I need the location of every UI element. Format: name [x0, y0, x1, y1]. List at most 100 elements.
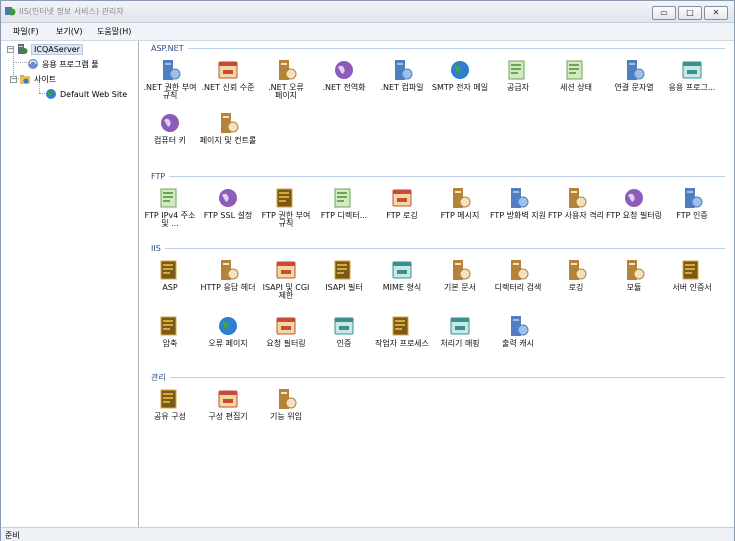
feature-label: FTP 사용자 격리 — [547, 211, 605, 220]
http-response-headers-icon — [221, 260, 239, 280]
feature-feature-delegation[interactable]: 기능 위임 — [257, 387, 315, 439]
feature-request-filtering[interactable]: 요청 필터링 — [257, 314, 315, 366]
feature-pages-controls[interactable]: 페이지 및 컨트롤 — [199, 111, 257, 163]
feature-smtp-email[interactable]: SMTP 전자 메일 — [431, 58, 489, 110]
feature-ftp-ssl[interactable]: FTP SSL 설정 — [199, 186, 257, 238]
feature-globalization[interactable]: .NET 전역화 — [315, 58, 373, 110]
tree-node-sites[interactable]: − 사이트 — [7, 73, 56, 85]
ftp-authorization-icon — [276, 188, 293, 208]
feature-label: 연결 문자열 — [614, 83, 654, 92]
authorization-rules-icon — [163, 60, 181, 80]
feature-session-state[interactable]: 세션 상태 — [547, 58, 605, 110]
menu-view[interactable]: 보기(V) — [56, 26, 82, 37]
feature-label: FTP SSL 설정 — [203, 211, 253, 220]
feature-providers[interactable]: 공급자 — [489, 58, 547, 110]
feature-label: .NET 권한 부여 규칙 — [143, 83, 197, 100]
feature-authorization-rules[interactable]: .NET 권한 부여 규칙 — [141, 58, 199, 110]
feature-compilation[interactable]: .NET 컴파일 — [373, 58, 431, 110]
feature-label: 디렉터리 검색 — [494, 283, 542, 292]
feature-ftp-messages[interactable]: FTP 메시지 — [431, 186, 489, 238]
feature-isapi-cgi-restrictions[interactable]: ISAPI 및 CGI 제한 — [257, 258, 315, 310]
feature-label: 서버 인증서 — [672, 283, 712, 292]
feature-ftp-logging[interactable]: FTP 로깅 — [373, 186, 431, 238]
feature-server-certificates[interactable]: 서버 인증서 — [663, 258, 721, 310]
feature-shared-configuration[interactable]: 공유 구성 — [141, 387, 199, 439]
feature-label: 오류 페이지 — [208, 339, 248, 348]
feature-delegation-icon — [279, 389, 297, 409]
feature-directory-browsing[interactable]: 디렉터리 검색 — [489, 258, 547, 310]
feature-label: .NET 전역화 — [322, 83, 366, 92]
feature-label: 기능 위임 — [270, 412, 302, 421]
close-icon: ✕ — [712, 8, 720, 17]
feature-label: ISAPI 필터 — [325, 283, 363, 292]
feature-modules[interactable]: 모듈 — [605, 258, 663, 310]
minimize-button[interactable]: ▭ — [652, 6, 676, 20]
tree-node-app-pools[interactable]: 응용 프로그램 풀 — [27, 58, 99, 70]
feature-ftp-ip-restrictions[interactable]: FTP IPv4 주소 및 ... — [141, 186, 199, 238]
feature-ftp-authorization[interactable]: FTP 권한 부여 규칙 — [257, 186, 315, 238]
feature-iis-error-pages[interactable]: 오류 페이지 — [199, 314, 257, 366]
feature-ftp-request-filtering[interactable]: FTP 요청 필터링 — [605, 186, 663, 238]
server-certificates-icon — [682, 260, 699, 280]
machine-key-icon — [161, 114, 179, 132]
feature-label: 응용 프로그... — [668, 83, 716, 92]
tree-node-default-web-site[interactable]: Default Web Site — [45, 88, 127, 100]
feature-asp[interactable]: ASP — [141, 258, 199, 310]
menu-file[interactable]: 파일(F) — [13, 26, 39, 37]
default-document-icon — [453, 260, 471, 280]
feature-compression[interactable]: 압축 — [141, 314, 199, 366]
server-icon — [18, 44, 28, 54]
ftp-firewall-icon — [511, 188, 529, 208]
feature-trust-levels[interactable]: .NET 신뢰 수준 — [199, 58, 257, 110]
feature-label: 처리기 매핑 — [440, 339, 480, 348]
feature-label: FTP 요청 필터링 — [605, 211, 663, 220]
feature-label: HTTP 응답 헤더 — [200, 283, 256, 292]
menu-help[interactable]: 도움말(H) — [97, 26, 131, 37]
close-button[interactable]: ✕ — [704, 6, 728, 20]
feature-error-pages[interactable]: .NET 오류 페이지 — [257, 58, 315, 110]
globe-icon — [46, 89, 56, 99]
feature-ftp-directory-browsing[interactable]: FTP 디렉터... — [315, 186, 373, 238]
feature-label: 인증 — [336, 339, 352, 348]
feature-application-settings[interactable]: 응용 프로그... — [663, 58, 721, 110]
authentication-icon — [334, 317, 354, 335]
feature-handler-mappings[interactable]: 처리기 매핑 — [431, 314, 489, 366]
ftp-messages-icon — [453, 188, 471, 208]
feature-label: 출력 캐시 — [502, 339, 534, 348]
status-text: 준비 — [5, 531, 20, 540]
collapse-toggle[interactable]: − — [7, 45, 14, 53]
feature-default-document[interactable]: 기본 문서 — [431, 258, 489, 310]
feature-machine-key[interactable]: 컴퓨터 키 — [141, 111, 199, 163]
feature-worker-processes[interactable]: 작업자 프로세스 — [373, 314, 431, 366]
feature-label: FTP 권한 부여 규칙 — [261, 211, 311, 228]
feature-configuration-editor[interactable]: 구성 편집기 — [199, 387, 257, 439]
feature-label: 요청 필터링 — [266, 339, 306, 348]
tree-label-server: ICQAServer — [31, 43, 83, 55]
feature-label: FTP IPv4 주소 및 ... — [144, 211, 196, 228]
features-view: ASP.NET .NET 권한 부여 규칙 .NET 신뢰 수준 .NET 오류 페… — [141, 41, 734, 527]
feature-authentication[interactable]: 인증 — [315, 314, 373, 366]
ftp-user-isolation-icon — [569, 188, 587, 208]
pages-controls-icon — [221, 113, 239, 133]
feature-mime-types[interactable]: MIME 형식 — [373, 258, 431, 310]
iis-manager-window: IIS(인터넷 정보 서비스) 관리자 ▭ □ ✕ 파일(F) 보기(V) 도움… — [0, 0, 735, 541]
feature-isapi-filters[interactable]: ISAPI 필터 — [315, 258, 373, 310]
feature-output-caching[interactable]: 출력 캐시 — [489, 314, 547, 366]
tree-node-server[interactable]: − ICQAServer — [7, 43, 83, 55]
feature-label: 공유 구성 — [154, 412, 186, 421]
feature-label: .NET 컴파일 — [380, 83, 424, 92]
maximize-button[interactable]: □ — [678, 6, 702, 20]
feature-logging[interactable]: 로깅 — [547, 258, 605, 310]
logging-icon — [569, 260, 587, 280]
feature-connection-strings[interactable]: 연결 문자열 — [605, 58, 663, 110]
modules-icon — [627, 260, 645, 280]
feature-ftp-user-isolation[interactable]: FTP 사용자 격리 — [547, 186, 605, 238]
collapse-toggle[interactable]: − — [10, 75, 17, 83]
ftp-ip-restrictions-icon — [160, 188, 177, 208]
feature-ftp-authentication[interactable]: FTP 인증 — [663, 186, 721, 238]
shared-configuration-icon — [160, 389, 177, 409]
feature-ftp-firewall[interactable]: FTP 방화벽 지원 — [489, 186, 547, 238]
tree-label-app-pools: 응용 프로그램 풀 — [42, 59, 99, 69]
feature-http-response-headers[interactable]: HTTP 응답 헤더 — [199, 258, 257, 310]
compression-icon — [160, 316, 177, 336]
